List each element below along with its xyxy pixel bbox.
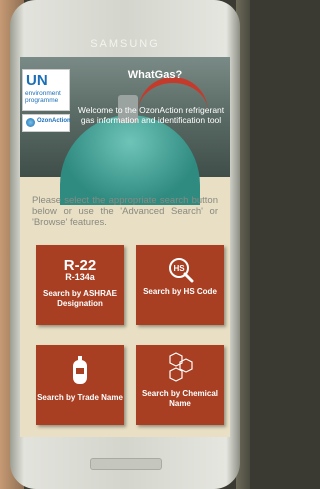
gas-cylinder-image	[60, 115, 200, 205]
r134a-badge: R-134a	[65, 272, 95, 282]
ozonaction-logo: OzonAction	[22, 114, 71, 132]
cylinder-icon	[73, 356, 87, 384]
hero-banner: UN environment programme OzonAction What…	[20, 57, 230, 205]
welcome-text: Welcome to the OzonAction refrigerant ga…	[77, 105, 225, 125]
tile-label: Search by HS Code	[143, 287, 217, 296]
ozonaction-logo-text: OzonAction	[37, 118, 71, 124]
unep-logo: UN environment programme	[22, 69, 70, 111]
search-by-chemical-name-button[interactable]: Search by Chemical Name	[136, 345, 224, 425]
logo-group: UN environment programme OzonAction	[22, 69, 71, 132]
molecule-icon	[169, 352, 193, 382]
search-by-ashrae-button[interactable]: R-22 R-134a Search by ASHRAE Designation	[36, 245, 124, 325]
search-by-trade-name-button[interactable]: Search by Trade Name	[36, 345, 124, 425]
home-button[interactable]	[90, 458, 162, 470]
hs-icon-text: HS	[173, 264, 185, 273]
ozon-globe-icon	[26, 118, 35, 127]
hs-search-icon: HS	[169, 258, 194, 283]
app-screen: UN environment programme OzonAction What…	[20, 57, 230, 437]
search-by-hs-code-button[interactable]: HS Search by HS Code	[136, 245, 224, 325]
unep-logo-text: UN	[26, 72, 48, 89]
device-brand: SAMSUNG	[90, 38, 160, 50]
unep-logo-subtext: environment programme	[25, 90, 61, 104]
intro-text: Please select the appropriate search but…	[32, 195, 218, 228]
tile-label: Search by Chemical Name	[141, 389, 219, 408]
app-title: WhatGas?	[127, 69, 183, 81]
tile-label: Search by Trade Name	[37, 393, 123, 402]
tile-label: Search by ASHRAE Designation	[43, 289, 117, 308]
